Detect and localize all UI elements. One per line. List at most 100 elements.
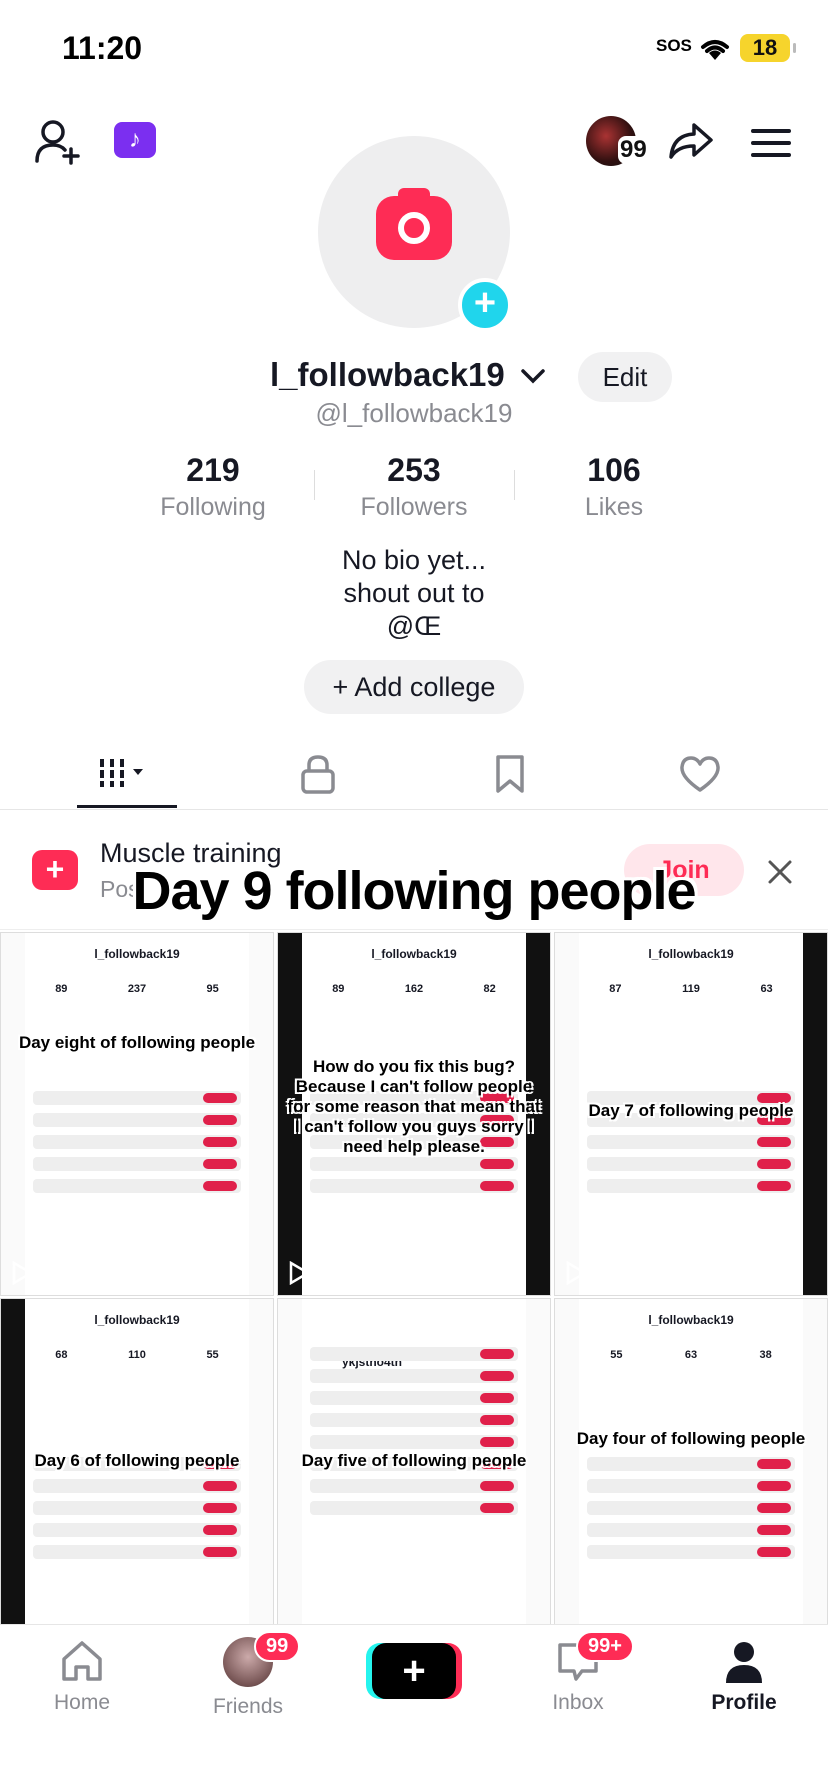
thumbnail-stat: 63 <box>760 983 773 995</box>
thumbnail-caption: Day five of following people <box>301 1451 527 1470</box>
play-icon <box>289 1261 310 1285</box>
thumbnail-rows <box>310 1339 518 1621</box>
thumbnail-stat: 110 <box>128 1349 146 1361</box>
home-icon <box>62 1641 102 1681</box>
thumbnail-stats: 89 237 95 <box>25 983 249 995</box>
bookmark-icon <box>496 755 524 793</box>
tab-private[interactable] <box>268 740 368 808</box>
play-icon <box>566 1261 587 1285</box>
followers-count: 253 <box>387 452 441 488</box>
username-row: l_followback19 Edit <box>0 352 828 402</box>
followers-label: Followers <box>360 493 468 521</box>
bio-line: @Œ <box>386 611 442 641</box>
share-icon[interactable] <box>666 116 716 166</box>
add-college-button[interactable]: + Add college <box>304 660 524 714</box>
avatar-count: 99 <box>618 136 649 164</box>
video-thumbnail[interactable]: l_followback19 89 237 95 Day eight of foll… <box>0 932 274 1296</box>
thumbnail-rows <box>33 1449 241 1621</box>
thumbnail-stat: 68 <box>55 1349 68 1361</box>
camera-icon <box>376 188 452 260</box>
tiktok-music-icon[interactable]: ♪ <box>114 122 156 158</box>
thumbnail-caption: Day 7 of following people <box>588 1101 794 1120</box>
thumbnail-stat: 95 <box>206 983 219 995</box>
thumbnail-stat: 89 <box>55 983 68 995</box>
thumbnail-caption: How do you fix this bug? Because I can't… <box>287 1057 541 1156</box>
bio-line: shout out to <box>343 578 485 608</box>
thumbnail-stat: 63 <box>684 1349 698 1361</box>
thumbnail-preview: l_followback19 89 237 95 <box>25 933 249 1295</box>
wifi-icon <box>701 40 729 60</box>
following-count: 219 <box>186 452 240 488</box>
status-time: 11:20 <box>62 30 143 66</box>
nav-profile[interactable]: Profile <box>684 1637 804 1715</box>
video-caption-overlay: Day 9 following people <box>132 861 696 921</box>
letterbox-bar <box>1 1299 25 1661</box>
user-handle: @l_followback19 <box>315 398 513 428</box>
profile-icon <box>726 1642 762 1683</box>
nav-friends[interactable]: Friends 99 <box>188 1631 308 1719</box>
thumbnail-stat: 38 <box>759 1349 772 1361</box>
thumbnail-rows <box>33 1083 241 1255</box>
thumbnail-stat: 89 <box>332 983 345 995</box>
likes-label: Likes <box>584 493 644 521</box>
lock-icon <box>301 755 335 794</box>
thumbnail-stat: 119 <box>682 983 700 995</box>
username[interactable]: l_followback19 <box>270 356 505 394</box>
thumbnail-stats: 55 63 38 <box>579 1349 803 1361</box>
friends-badge: 99 <box>254 1631 301 1662</box>
thumbnail-caption: Day eight of following people <box>18 1033 256 1052</box>
menu-icon[interactable] <box>746 118 796 168</box>
play-icon <box>12 1261 33 1285</box>
thumbnail-stat: 87 <box>609 983 622 995</box>
nav-home[interactable]: Home <box>22 1637 142 1715</box>
video-thumbnail[interactable]: ykjstno4th Day five of following people <box>277 1298 551 1662</box>
add-photo-icon[interactable]: + <box>458 278 512 332</box>
thumbnail-stat: 55 <box>610 1349 623 1361</box>
tab-liked[interactable] <box>650 740 750 808</box>
video-thumbnail[interactable]: l_followback19 89 162 82 How do you fix th… <box>277 932 551 1296</box>
status-sos: SOS <box>656 36 692 55</box>
tab-saved[interactable] <box>460 740 560 808</box>
video-thumbnail[interactable]: l_followback19 87 119 63 Day 7 of followin… <box>554 932 828 1296</box>
nav-home-label: Home <box>53 1691 111 1714</box>
video-thumbnail[interactable]: l_followback19 55 63 38 Day four of follow… <box>554 1298 828 1662</box>
thumbnail-stats: 89 162 82 <box>302 983 526 995</box>
thumbnail-stats: 87 119 63 <box>579 983 803 995</box>
tab-videos[interactable] <box>77 740 177 808</box>
thumbnail-caption: Day four of following people <box>576 1429 806 1448</box>
thumbnail-username: l_followback19 <box>94 1313 180 1327</box>
status-bar: 11:20 SOS 18 <box>0 0 828 100</box>
following-stat[interactable]: 219 Following <box>143 452 283 522</box>
thumbnail-rows <box>587 1449 795 1621</box>
bottom-nav: Home Friends 99 + Inbox 99+ Profile <box>0 1624 828 1792</box>
create-button[interactable]: + <box>372 1643 456 1699</box>
chevron-down-icon[interactable] <box>520 364 546 388</box>
nav-profile-label: Profile <box>711 1691 777 1714</box>
nav-inbox[interactable]: Inbox 99+ <box>518 1631 638 1715</box>
followers-stat[interactable]: 253 Followers <box>344 452 484 522</box>
thumbnail-username: l_followback19 <box>371 947 457 961</box>
thumbnail-preview: ykjstno4th <box>302 1299 526 1661</box>
stats-divider <box>514 470 515 500</box>
content-tabs <box>0 740 828 810</box>
nav-inbox-label: Inbox <box>552 1691 604 1714</box>
edit-profile-button[interactable]: Edit <box>578 352 672 402</box>
likes-count: 106 <box>587 452 641 488</box>
thumbnail-username: l_followback19 <box>94 947 180 961</box>
add-friend-icon[interactable] <box>30 114 86 170</box>
battery-indicator: 18 <box>740 34 796 62</box>
heart-icon <box>680 756 720 792</box>
bio-line: No bio yet... <box>341 545 487 575</box>
grid-filter-icon <box>100 758 143 787</box>
thumbnail-preview: l_followback19 55 63 38 <box>579 1299 803 1661</box>
bio[interactable]: No bio yet... shout out to @Œ <box>0 544 828 643</box>
likes-stat[interactable]: 106 Likes <box>544 452 684 522</box>
following-label: Following <box>160 493 266 521</box>
inbox-badge: 99+ <box>576 1631 634 1662</box>
thumbnail-stat: 237 <box>127 983 147 995</box>
thumbnail-stats: 68 110 55 <box>25 1349 249 1361</box>
thumbnail-stat: 82 <box>483 983 496 995</box>
thumbnail-preview: l_followback19 68 110 55 <box>25 1299 249 1661</box>
thumbnail-username: l_followback19 <box>648 947 734 961</box>
video-thumbnail[interactable]: l_followback19 68 110 55 Day 6 of followin… <box>0 1298 274 1662</box>
